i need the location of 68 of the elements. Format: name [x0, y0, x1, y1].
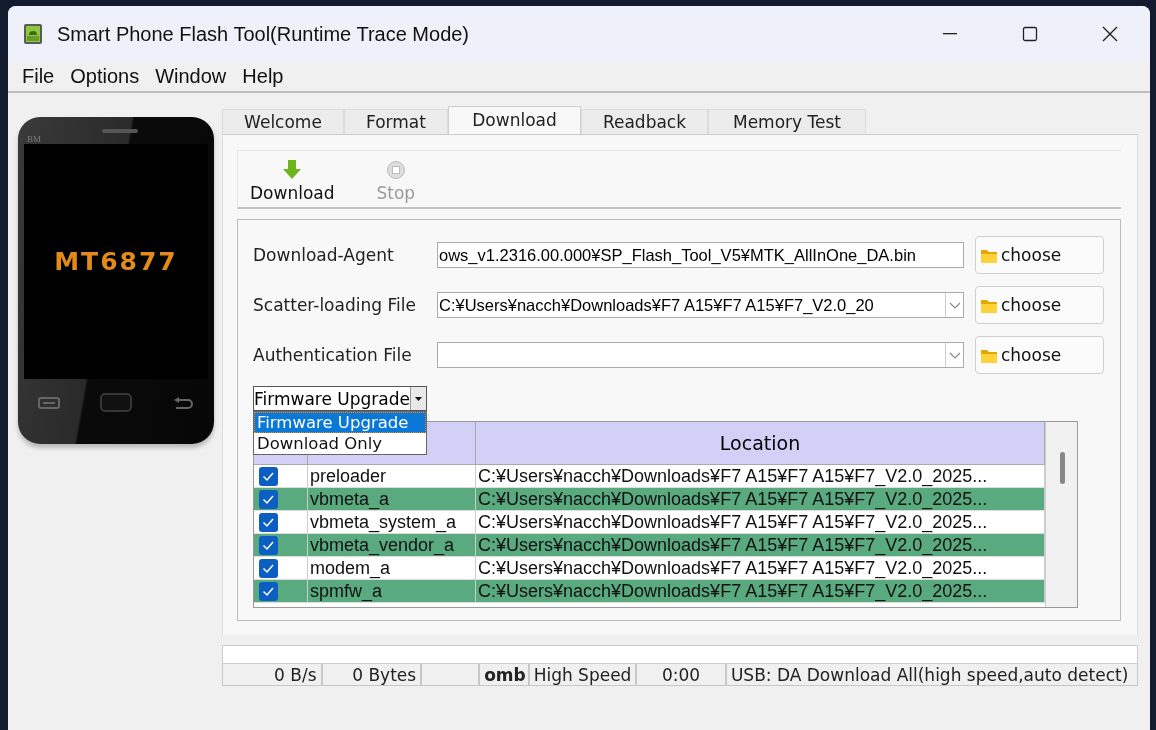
- tab[interactable]: Readback: [581, 109, 708, 134]
- table-cell: vbmeta_vendor_a: [308, 534, 476, 557]
- choose-button[interactable]: choose: [975, 236, 1104, 274]
- status-cell: 0 Bytes: [321, 664, 422, 686]
- app-icon: [23, 23, 43, 45]
- download-button[interactable]: Download: [250, 151, 335, 207]
- checkbox[interactable]: [259, 489, 278, 509]
- chip-label: MT6877: [54, 247, 178, 276]
- maximize-icon: [1021, 25, 1039, 43]
- checkmark-icon: [262, 516, 275, 528]
- table-row[interactable]: vbmeta_a C:¥Users¥nacch¥Downloads¥F7 A15¥F7 A15¥F7_V2.0_2025...: [254, 488, 1045, 511]
- checkmark-icon: [262, 493, 275, 505]
- checkbox[interactable]: [259, 535, 278, 555]
- field-label: Download-Agent: [253, 245, 395, 265]
- menu-item[interactable]: File: [14, 65, 63, 88]
- table-cell: C:¥Users¥nacch¥Downloads¥F7 A15¥F7 A15¥F7_V2.0_2025...: [476, 488, 1045, 511]
- menu-key-icon: [38, 396, 60, 409]
- field-label: Scatter-loading File: [253, 295, 417, 315]
- choose-button[interactable]: choose: [975, 336, 1104, 374]
- status-cell: omb: [478, 664, 529, 686]
- checkbox[interactable]: [259, 512, 278, 532]
- checkmark-icon: [262, 585, 275, 597]
- status-cell: USB: DA Download All(high speed,auto detect): [725, 664, 1138, 686]
- speaker-slot: [102, 129, 138, 133]
- table-cell: spmfw_a: [308, 580, 476, 603]
- checkmark-icon: [262, 539, 275, 551]
- column-header[interactable]: Location: [476, 422, 1045, 465]
- menu-item[interactable]: Options: [62, 65, 148, 88]
- brand-label: BM: [27, 134, 41, 144]
- home-key-icon: [100, 393, 132, 412]
- close-icon: [1101, 25, 1119, 43]
- tab[interactable]: Download: [448, 106, 581, 134]
- tab[interactable]: Welcome: [222, 109, 344, 134]
- minimize-icon: [943, 33, 957, 35]
- table-cell: C:¥Users¥nacch¥Downloads¥F7 A15¥F7 A15¥F7_V2.0_2025...: [476, 580, 1045, 603]
- checkbox[interactable]: [259, 466, 278, 486]
- status-cell: High Speed: [528, 664, 637, 686]
- tab[interactable]: Format: [344, 109, 448, 134]
- window-title: Smart Phone Flash Tool(Runtime Trace Mode): [57, 22, 470, 46]
- download-arrow-icon: [282, 159, 303, 180]
- chevron-icon: [948, 351, 961, 359]
- stop-icon: [385, 160, 406, 180]
- input-field[interactable]: ows_v1.2316.00.000¥SP_Flash_Tool_V5¥MTK_AllInOne_DA.bin: [437, 242, 964, 268]
- tab[interactable]: Memory Test: [708, 109, 866, 134]
- dropdown-option[interactable]: Download Only: [254, 433, 426, 454]
- checkbox[interactable]: [259, 558, 278, 578]
- back-key-icon: [172, 396, 194, 409]
- table-row[interactable]: vbmeta_vendor_a C:¥Users¥nacch¥Downloads¥F7 A15¥F7 A15¥F7_V2.0_2025...: [254, 534, 1045, 557]
- chevron-icon: [948, 301, 961, 309]
- table-cell: C:¥Users¥nacch¥Downloads¥F7 A15¥F7 A15¥F7_V2.0_2025...: [476, 534, 1045, 557]
- choose-button[interactable]: choose: [975, 286, 1104, 324]
- checkbox[interactable]: [259, 581, 278, 601]
- checkmark-icon: [262, 562, 275, 574]
- status-cell: 0:00: [636, 664, 726, 686]
- field-label: Authentication File: [253, 345, 413, 365]
- table-cell: vbmeta_a: [308, 488, 476, 511]
- caret-icon: [415, 396, 422, 401]
- scrollbar[interactable]: [1045, 422, 1077, 607]
- dropdown-option[interactable]: Firmware Upgrade: [254, 412, 426, 433]
- mode-dropdown[interactable]: Firmware Upgrade: [253, 386, 427, 411]
- menu-item[interactable]: Window: [147, 65, 235, 88]
- status-cell: 0 B/s: [222, 664, 322, 686]
- scrollbar-thumb[interactable]: [1060, 452, 1065, 484]
- menu-item[interactable]: Help: [234, 65, 292, 88]
- status-cell: [421, 664, 479, 686]
- checkmark-icon: [262, 470, 275, 482]
- table-row[interactable]: spmfw_a C:¥Users¥nacch¥Downloads¥F7 A15¥F7 A15¥F7_V2.0_2025...: [254, 580, 1045, 603]
- file-combo-box[interactable]: C:¥Users¥nacch¥Downloads¥F7 A15¥F7 A15¥F7_V2.0_20: [437, 292, 964, 318]
